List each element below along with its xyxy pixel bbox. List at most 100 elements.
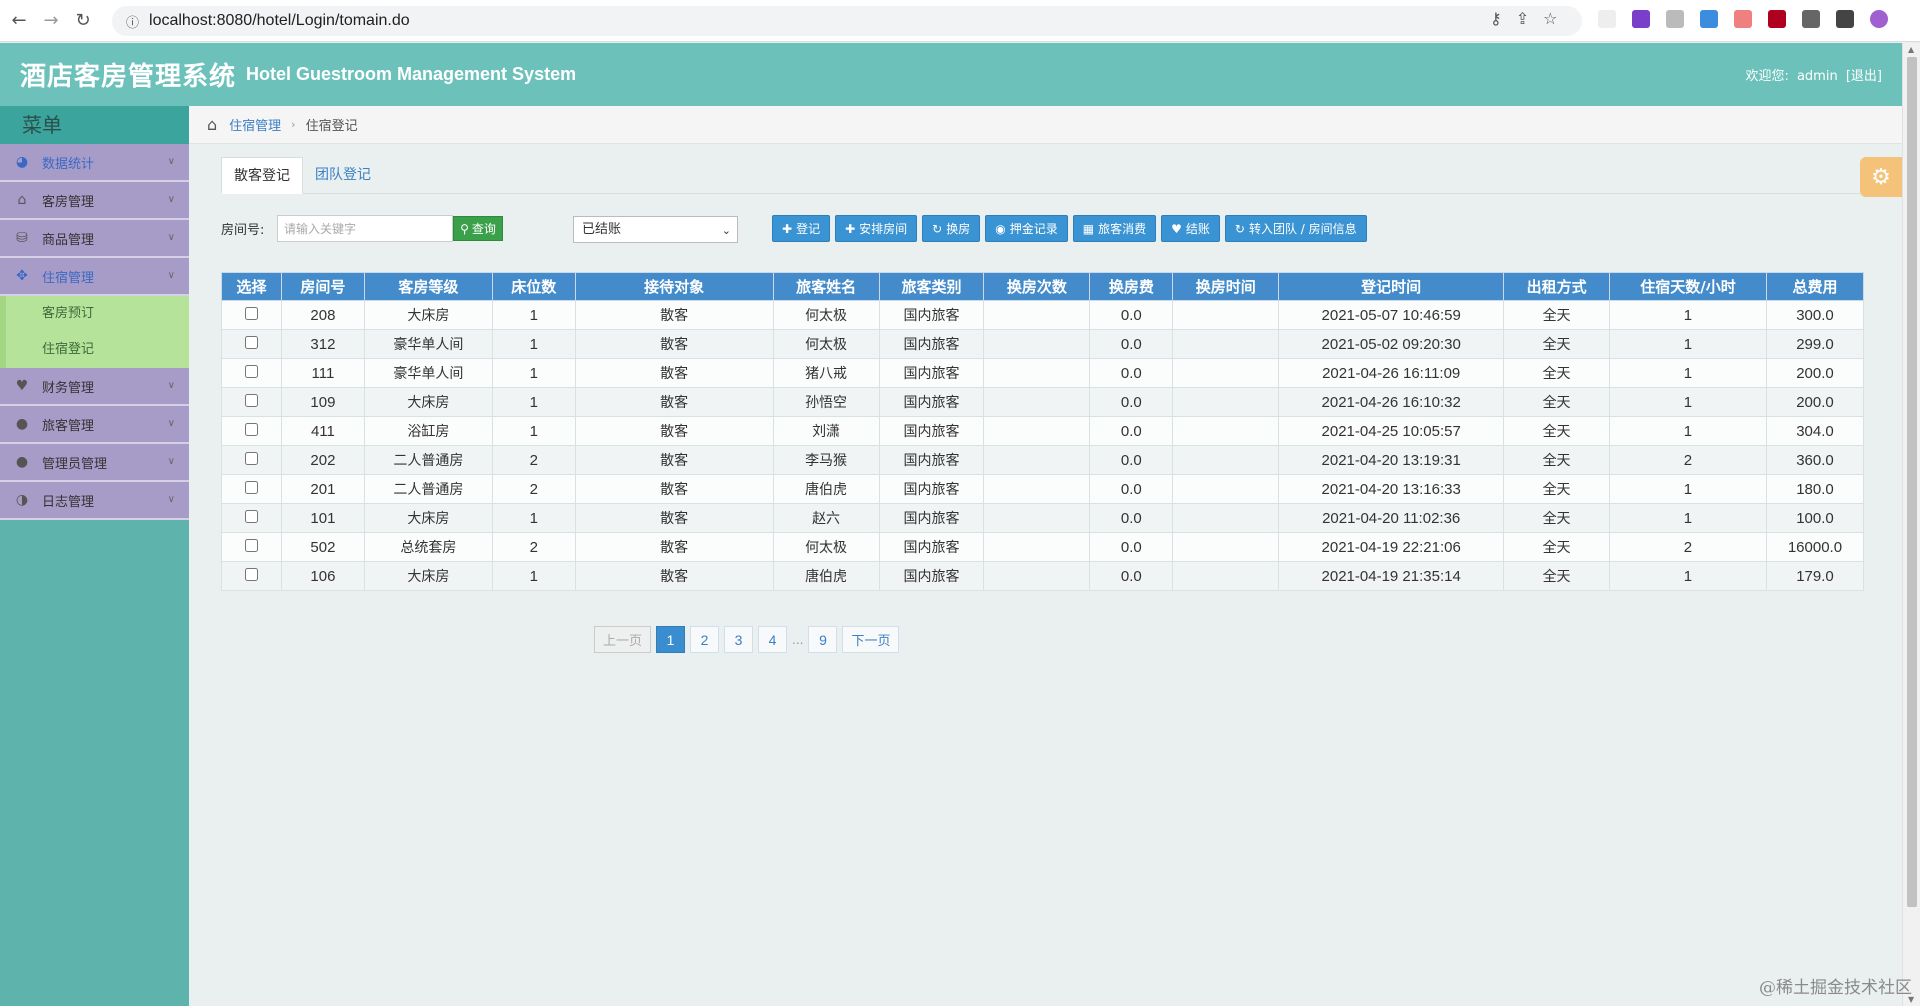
table-row[interactable]: 208 大床房 1 散客 何太极 国内旅客 0.0 2021-05-07 10:46:59 全天… <box>221 300 1865 330</box>
shield-extension-icon[interactable] <box>1768 10 1786 28</box>
status-select[interactable]: 已结账 ⌄ <box>573 216 738 243</box>
sidebar-item-finance[interactable]: ♥ 财务管理 ∨ <box>0 368 189 406</box>
transfer-group-button[interactable]: ↻ 转入团队 / 房间信息 <box>1224 215 1367 242</box>
cell-room-number: 312 <box>280 329 365 359</box>
row-checkbox[interactable] <box>244 306 258 320</box>
row-checkbox[interactable] <box>244 480 258 494</box>
row-checkbox[interactable] <box>244 364 258 378</box>
logout-link[interactable]: [退出] <box>1846 69 1882 84</box>
action-buttons: ✚ 登记 ✚ 安排房间 ↻ 换房 ◉ 押金记录 ▦ 旅客消费 ♥ 结账 ↻ 转入… <box>772 215 1367 242</box>
star-icon[interactable]: ☆ <box>1543 9 1557 28</box>
page-scrollbar[interactable]: ▲ ▼ <box>1902 43 1920 1006</box>
breadcrumb-parent[interactable]: 住宿管理 <box>229 115 281 134</box>
profile-avatar[interactable] <box>1870 10 1888 28</box>
table-row[interactable]: 101 大床房 1 散客 赵六 国内旅客 0.0 2021-04-20 11:02:36 全天 1… <box>221 503 1865 533</box>
checkout-button[interactable]: ♥ 结账 <box>1161 215 1220 242</box>
cell-total-fee: 179.0 <box>1765 561 1865 591</box>
url-tools: ⚷ ⇪ ☆ <box>1490 9 1557 28</box>
sidebar-item-admins[interactable]: ● 管理员管理 ∨ <box>0 444 189 482</box>
cell-guest-name: 何太极 <box>772 532 880 562</box>
cell-beds: 1 <box>491 561 576 591</box>
puzzle-icon[interactable] <box>1802 10 1820 28</box>
table-row[interactable]: 106 大床房 1 散客 唐伯虎 国内旅客 0.0 2021-04-19 21:35:14 全天… <box>221 561 1865 591</box>
cell-rent-mode: 全天 <box>1503 503 1611 533</box>
page-button-last[interactable]: 9 <box>808 626 838 653</box>
cell-change-time <box>1172 329 1280 359</box>
table-row[interactable]: 201 二人普通房 2 散客 唐伯虎 国内旅客 0.0 2021-04-20 13:16:33… <box>221 474 1865 504</box>
row-checkbox[interactable] <box>244 509 258 523</box>
table-row[interactable]: 111 豪华单人间 1 散客 猪八戒 国内旅客 0.0 2021-04-26 16:11:09… <box>221 358 1865 388</box>
cell-guest-name: 唐伯虎 <box>772 561 880 591</box>
app-title: 酒店客房管理系统 <box>20 62 237 92</box>
watermark: @稀土掘金技术社区 <box>1759 978 1912 998</box>
cell-guest-type: 国内旅客 <box>878 387 985 417</box>
page-button-3[interactable]: 3 <box>724 626 754 653</box>
table-row[interactable]: 109 大床房 1 散客 孙悟空 国内旅客 0.0 2021-04-26 16:10:32 全天… <box>221 387 1865 417</box>
change-room-button[interactable]: ↻ 换房 <box>922 215 981 242</box>
prev-page-button[interactable]: 上一页 <box>594 626 652 653</box>
sidepanel-icon[interactable] <box>1836 10 1854 28</box>
sidebar-subitem-booking[interactable]: 客房预订 <box>0 296 189 332</box>
reload-icon[interactable]: ↻ <box>70 8 96 34</box>
sidebar-item-stats[interactable]: ◕ 数据统计 ∨ <box>0 144 189 182</box>
table-row[interactable]: 312 豪华单人间 1 散客 何太极 国内旅客 0.0 2021-05-02 09:20:30… <box>221 329 1865 359</box>
cell-reception: 散客 <box>574 387 774 417</box>
purple-extension-icon[interactable] <box>1632 10 1650 28</box>
table-header-row: 选择 房间号 客房等级 床位数 接待对象 旅客姓名 旅客类别 换房次数 换房费 … <box>221 272 1865 301</box>
grid-extension-icon[interactable] <box>1666 10 1684 28</box>
col-change-fee: 换房费 <box>1089 272 1174 301</box>
next-page-button[interactable]: 下一页 <box>842 626 900 653</box>
deposit-record-button[interactable]: ◉ 押金记录 <box>985 215 1068 242</box>
blue-extension-icon[interactable] <box>1700 10 1718 28</box>
sidebar-item-rooms[interactable]: ⌂ 客房管理 ∨ <box>0 182 189 220</box>
page-button-4[interactable]: 4 <box>758 626 788 653</box>
page-button-1[interactable]: 1 <box>656 626 686 653</box>
database-icon: ⛁ <box>16 230 28 246</box>
settings-gear-icon[interactable]: ⚙ <box>1860 157 1902 197</box>
cell-stay-days: 1 <box>1609 358 1767 388</box>
row-checkbox[interactable] <box>244 567 258 581</box>
table-row[interactable]: 411 浴缸房 1 散客 刘潇 国内旅客 0.0 2021-04-25 10:05:57 全天 1… <box>221 416 1865 446</box>
row-select-cell <box>221 474 282 504</box>
scrollbar-thumb[interactable] <box>1907 57 1917 907</box>
assign-room-button[interactable]: ✚ 安排房间 <box>835 215 918 242</box>
row-checkbox[interactable] <box>244 335 258 349</box>
back-icon[interactable]: ← <box>6 8 32 34</box>
row-checkbox[interactable] <box>244 538 258 552</box>
col-guest-name: 旅客姓名 <box>772 272 880 301</box>
sidebar-item-guests[interactable]: ● 旅客管理 ∨ <box>0 406 189 444</box>
sidebar-subitem-checkin[interactable]: 住宿登记 <box>0 332 189 368</box>
row-checkbox[interactable] <box>244 422 258 436</box>
row-checkbox[interactable] <box>244 393 258 407</box>
table-row[interactable]: 502 总统套房 2 散客 何太极 国内旅客 0.0 2021-04-19 22:21:06 全… <box>221 532 1865 562</box>
pagination: 上一页 1 2 3 4 ... 9 下一页 <box>594 626 900 653</box>
table-row[interactable]: 202 二人普通房 2 散客 李马猴 国内旅客 0.0 2021-04-20 13:19:31… <box>221 445 1865 475</box>
forward-icon[interactable]: → <box>38 8 64 34</box>
guest-consumption-button[interactable]: ▦ 旅客消费 <box>1072 215 1157 242</box>
cell-room-number: 201 <box>280 474 365 504</box>
cell-change-time <box>1172 503 1280 533</box>
toolbar: 房间号: ⚲ 查询 已结账 ⌄ ✚ 登记 ✚ 安排房间 ↻ 换房 ◉ <box>221 215 1861 243</box>
cursor-extension-icon[interactable] <box>1598 10 1616 28</box>
tab-group-checkin[interactable]: 团队登记 <box>303 157 383 194</box>
url-text[interactable]: localhost:8080/hotel/Login/tomain.do <box>149 12 410 30</box>
cell-rent-mode: 全天 <box>1503 300 1611 330</box>
sidebar-item-goods[interactable]: ⛁ 商品管理 ∨ <box>0 220 189 258</box>
breadcrumb: ⌂ 住宿管理 › 住宿登记 <box>189 106 1902 144</box>
user-icon: ● <box>15 454 29 470</box>
register-button[interactable]: ✚ 登记 <box>772 215 831 242</box>
share-icon[interactable]: ⇪ <box>1516 9 1529 28</box>
row-checkbox[interactable] <box>244 451 258 465</box>
red-extension-icon[interactable] <box>1734 10 1752 28</box>
sidebar-item-logs[interactable]: ◑ 日志管理 ∨ <box>0 482 189 520</box>
info-icon[interactable]: ⓘ <box>126 12 139 31</box>
address-bar[interactable]: ⓘ localhost:8080/hotel/Login/tomain.do <box>112 6 1582 36</box>
page-button-2[interactable]: 2 <box>690 626 720 653</box>
home-icon[interactable]: ⌂ <box>207 115 217 134</box>
search-button[interactable]: ⚲ 查询 <box>453 216 503 241</box>
sidebar-item-lodging[interactable]: ✥ 住宿管理 ∨ <box>0 258 189 296</box>
tab-individual-checkin[interactable]: 散客登记 <box>221 157 303 194</box>
room-search-input[interactable] <box>277 215 453 242</box>
key-icon[interactable]: ⚷ <box>1490 9 1502 28</box>
scroll-up-icon[interactable]: ▲ <box>1908 45 1914 54</box>
